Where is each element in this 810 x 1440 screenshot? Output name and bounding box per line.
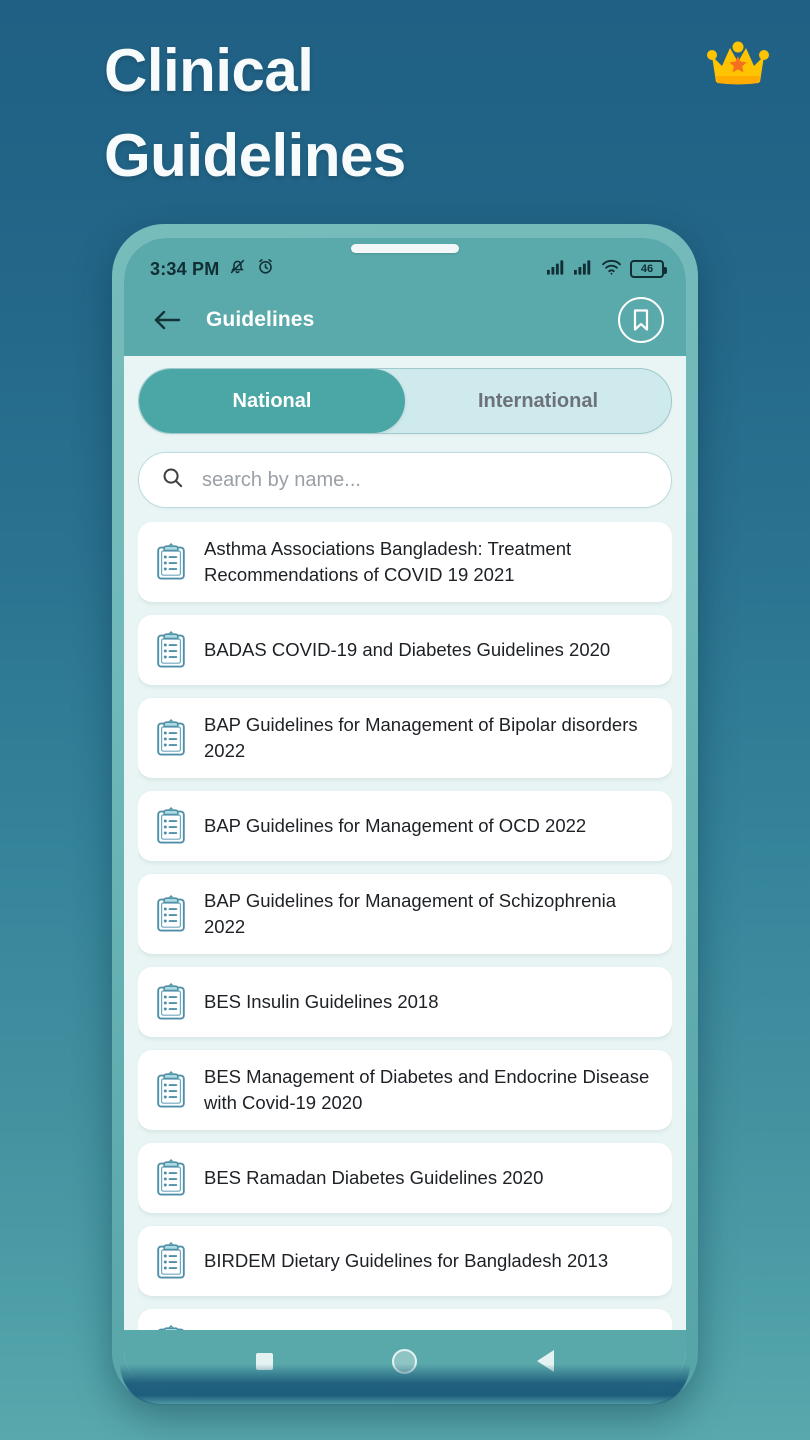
list-item-label: BES Management of Diabetes and Endocrine… <box>204 1066 650 1113</box>
app-bar: Guidelines <box>124 284 686 356</box>
status-bar-left: 3:34 PM <box>150 257 275 281</box>
list-item-label: BADAS COVID-19 and Diabetes Guidelines 2… <box>204 639 611 660</box>
list-item-label: BES Ramadan Diabetes Guidelines 2020 <box>204 1167 544 1188</box>
back-arrow-icon[interactable] <box>148 301 186 339</box>
mute-bell-icon <box>228 257 247 281</box>
list-item[interactable]: BES Management of Diabetes and Endocrine… <box>138 1050 672 1130</box>
guidelines-list[interactable]: Asthma Associations Bangladesh: Treatmen… <box>138 522 672 1330</box>
search-icon <box>161 466 184 494</box>
tab-international[interactable]: International <box>405 369 671 433</box>
list-item[interactable]: BAP Guidelines for Management of OCD 202… <box>138 791 672 861</box>
wifi-icon <box>601 259 622 280</box>
list-item[interactable]: BAP Guidelines for Management of Bipolar… <box>138 698 672 778</box>
signal-bars-icon <box>547 259 566 280</box>
crown-icon <box>706 36 770 92</box>
phone-screen: 3:34 PM 46 Guidelines National Internati… <box>124 238 686 1392</box>
list-item-label: BAP Guidelines for Management of Bipolar… <box>204 714 638 761</box>
back-triangle-icon[interactable] <box>524 1339 568 1383</box>
list-item-label: BAP Guidelines for Management of Schizop… <box>204 890 617 937</box>
clipboard-checklist-icon <box>154 1070 188 1110</box>
signal-bars-icon <box>574 259 593 280</box>
list-item-label: BAP Guidelines for Management of OCD 202… <box>204 815 587 836</box>
clipboard-checklist-icon <box>154 1158 188 1198</box>
phone-speaker <box>351 244 459 253</box>
recents-square-icon[interactable] <box>242 1339 286 1383</box>
clipboard-checklist-icon <box>154 718 188 758</box>
page-title: Clinical Guidelines <box>104 37 406 189</box>
clipboard-checklist-icon <box>154 1241 188 1281</box>
home-circle-icon[interactable] <box>383 1339 427 1383</box>
battery-level: 46 <box>640 262 654 275</box>
alarm-clock-icon <box>256 257 275 281</box>
search-bar[interactable] <box>138 452 672 508</box>
list-item[interactable]: BIRDEM Management of Type 2 Diabetes Mel… <box>138 1309 672 1330</box>
search-input[interactable] <box>202 468 649 492</box>
app-bar-title: Guidelines <box>206 308 315 331</box>
clipboard-checklist-icon <box>154 894 188 934</box>
phone-mockup: 3:34 PM 46 Guidelines National Internati… <box>112 224 698 1404</box>
list-item[interactable]: Asthma Associations Bangladesh: Treatmen… <box>138 522 672 602</box>
app-content: National International Asthma Associatio… <box>124 356 686 1330</box>
list-item-label: Asthma Associations Bangladesh: Treatmen… <box>204 538 572 585</box>
segmented-tabs: National International <box>138 368 672 434</box>
clipboard-checklist-icon <box>154 982 188 1022</box>
list-item[interactable]: BAP Guidelines for Management of Schizop… <box>138 874 672 954</box>
clipboard-checklist-icon <box>154 806 188 846</box>
status-bar-right: 46 <box>547 259 667 280</box>
list-item[interactable]: BIRDEM Dietary Guidelines for Bangladesh… <box>138 1226 672 1296</box>
status-time: 3:34 PM <box>150 258 220 279</box>
list-item-label: BES Insulin Guidelines 2018 <box>204 991 439 1012</box>
hero-banner: Clinical Guidelines <box>0 0 810 215</box>
list-item[interactable]: BADAS COVID-19 and Diabetes Guidelines 2… <box>138 615 672 685</box>
battery-icon: 46 <box>630 260 667 278</box>
list-item[interactable]: BES Insulin Guidelines 2018 <box>138 967 672 1037</box>
list-item[interactable]: BES Ramadan Diabetes Guidelines 2020 <box>138 1143 672 1213</box>
android-nav-bar <box>124 1330 686 1392</box>
clipboard-checklist-icon <box>154 630 188 670</box>
tab-national[interactable]: National <box>139 369 405 433</box>
bookmark-icon[interactable] <box>618 297 664 343</box>
list-item-label: BIRDEM Dietary Guidelines for Bangladesh… <box>204 1250 609 1271</box>
clipboard-checklist-icon <box>154 542 188 582</box>
